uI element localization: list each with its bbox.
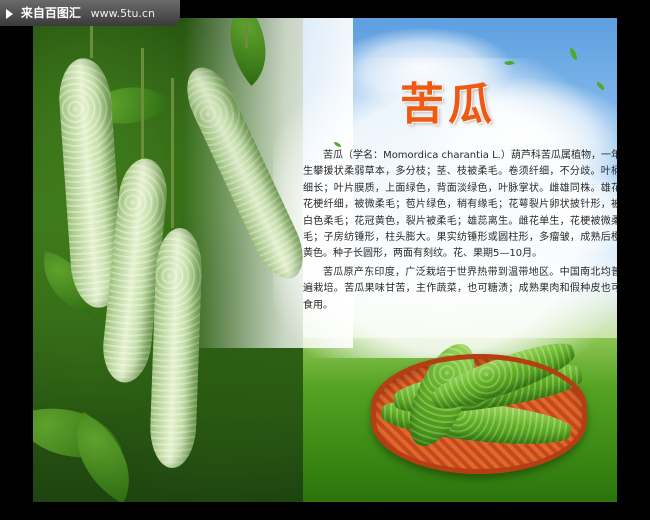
poster: 苦瓜 苦瓜（学名：Momordica charantia L.）葫芦科苦瓜属植物… [33,18,617,502]
description: 苦瓜（学名：Momordica charantia L.）葫芦科苦瓜属植物，一年… [303,148,617,314]
watermark-bar[interactable]: 来自百图汇 www.5tu.cn [0,0,180,26]
description-paragraph: 苦瓜（学名：Momordica charantia L.）葫芦科苦瓜属植物，一年… [303,150,617,260]
watermark-url[interactable]: www.5tu.cn [91,7,155,20]
poster-title: 苦瓜 [400,79,496,130]
vine-stem [171,78,174,228]
play-triangle-icon [6,8,13,19]
vine-stem [141,48,144,168]
page: 来自百图汇 www.5tu.cn 苦瓜 苦瓜（学名：Momordica char… [0,0,650,520]
bitter-melon [148,227,204,469]
description-paragraph: 苦瓜原产东印度，广泛栽培于世界热带到温带地区。中国南北均普遍栽培。苦瓜果味甘苦，… [303,266,617,311]
basket-rim [371,354,587,474]
watermark-site-name: 来自百图汇 [20,6,81,20]
vine-stem [245,18,248,48]
